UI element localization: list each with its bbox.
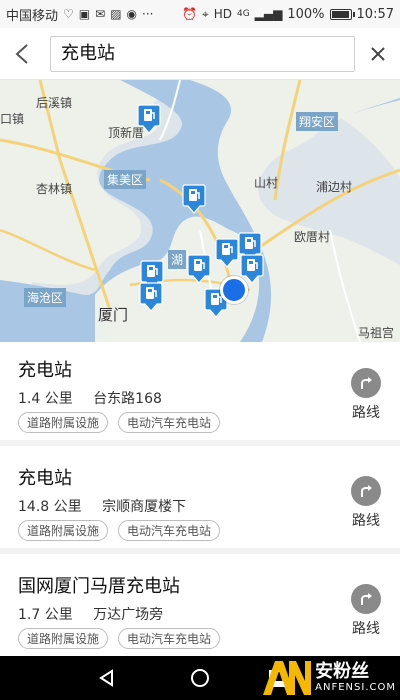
result-name: 充电站 bbox=[18, 360, 72, 381]
result-item[interactable]: 国网厦门马厝充电站 1.7 公里 万达广场旁 道路附属设施 电动汽车充电站 路线 bbox=[0, 558, 400, 656]
circle-home-icon bbox=[191, 669, 209, 687]
route-label: 路线 bbox=[352, 621, 380, 637]
result-address: 万达广场旁 bbox=[93, 607, 164, 623]
search-input[interactable]: 充电站 bbox=[50, 36, 355, 72]
result-tag: 道路附属设施 bbox=[18, 628, 109, 649]
charging-station-pin-icon[interactable] bbox=[139, 282, 163, 312]
mail-icon: ✉ bbox=[95, 7, 106, 21]
result-tag: 电动汽车充电站 bbox=[118, 520, 221, 541]
heartbeat-icon: ♡ bbox=[63, 7, 74, 21]
result-item[interactable]: 充电站 14.8 公里 宗顺商厦楼下 道路附属设施 电动汽车充电站 路线 bbox=[0, 450, 400, 554]
result-address: 台东路168 bbox=[93, 391, 162, 407]
map-label-xinglin: 杏林镇 bbox=[36, 182, 73, 196]
route-button[interactable]: 路线 bbox=[348, 368, 384, 422]
result-tag: 电动汽车充电站 bbox=[118, 412, 221, 433]
location-icon: ⌖ bbox=[201, 7, 209, 21]
route-icon bbox=[351, 584, 381, 614]
result-tag: 道路附属设施 bbox=[18, 520, 109, 541]
close-button[interactable] bbox=[362, 38, 394, 70]
map-label-ouchuo: 欧厝村 bbox=[294, 230, 331, 244]
result-tag: 道路附属设施 bbox=[18, 412, 109, 433]
watermark-en: ANFENSI.COM bbox=[315, 682, 396, 693]
system-nav-bar: 安粉丝 ANFENSI.COM bbox=[0, 656, 400, 700]
result-meta: 1.4 公里 台东路168 bbox=[18, 388, 162, 408]
result-distance: 1.4 公里 bbox=[18, 391, 73, 407]
route-label: 路线 bbox=[352, 513, 380, 529]
map-label-houxi: 后溪镇 bbox=[36, 96, 73, 110]
watermark-cn: 安粉丝 bbox=[315, 661, 370, 682]
charging-station-pin-icon[interactable] bbox=[187, 254, 211, 284]
map-view[interactable]: 后溪镇 顶新厝 口镇 翔安区 杏林镇 集美区 山村 浦边村 欧厝村 湖 海沧区 … bbox=[0, 80, 400, 342]
signal-icon: ▂▄▆ bbox=[254, 7, 283, 21]
map-label-xiamen: 厦门 bbox=[98, 306, 129, 324]
map-label-hu: 湖 bbox=[168, 250, 187, 269]
route-button[interactable]: 路线 bbox=[348, 476, 384, 530]
result-distance: 14.8 公里 bbox=[18, 499, 82, 515]
map-label-mazu: 马祖宫 bbox=[358, 326, 395, 340]
results-list: 充电站 1.4 公里 台东路168 道路附属设施 电动汽车充电站 路线 充电站 … bbox=[0, 342, 400, 656]
anfensi-logo-icon bbox=[263, 661, 312, 695]
route-icon bbox=[351, 368, 381, 398]
map-label-xiangan: 翔安区 bbox=[296, 112, 339, 131]
watermark: 安粉丝 ANFENSI.COM bbox=[259, 658, 396, 698]
location-app-icon: ◉ bbox=[126, 7, 138, 21]
close-icon bbox=[371, 47, 385, 61]
result-name: 充电站 bbox=[18, 468, 72, 489]
current-location-marker bbox=[220, 276, 248, 304]
charging-station-pin-icon[interactable] bbox=[137, 104, 161, 134]
map-label-haicang: 海沧区 bbox=[24, 288, 67, 307]
charging-station-pin-icon[interactable] bbox=[215, 238, 239, 268]
map-label-kouzhen: 口镇 bbox=[0, 112, 25, 126]
result-address: 宗顺商厦楼下 bbox=[102, 499, 187, 515]
result-tags: 道路附属设施 电动汽车充电站 bbox=[18, 520, 221, 541]
back-arrow-icon bbox=[15, 44, 28, 64]
result-tag: 电动汽车充电站 bbox=[118, 628, 221, 649]
more-icon: ··· bbox=[142, 7, 154, 21]
triangle-back-icon bbox=[99, 669, 113, 687]
status-bar: 中国移动 ♡ ▣ ✉ ▨ ◉ ··· ⏰ ⌖ HD 4G ▂▄▆ 100% 10… bbox=[0, 0, 400, 28]
charging-station-pin-icon[interactable] bbox=[182, 184, 206, 214]
carrier-label: 中国移动 bbox=[6, 8, 59, 24]
battery-fill bbox=[331, 10, 349, 18]
search-bar: 充电站 bbox=[0, 28, 400, 80]
result-item[interactable]: 充电站 1.4 公里 台东路168 道路附属设施 电动汽车充电站 路线 bbox=[0, 342, 400, 446]
result-distance: 1.7 公里 bbox=[18, 607, 73, 623]
map-label-jimei: 集美区 bbox=[104, 170, 147, 189]
result-meta: 14.8 公里 宗顺商厦楼下 bbox=[18, 496, 186, 516]
map-label-shancun: 山村 bbox=[254, 176, 279, 190]
result-tags: 道路附属设施 电动汽车充电站 bbox=[18, 628, 221, 649]
image-icon: ▨ bbox=[110, 7, 122, 21]
clock: 10:57 bbox=[356, 6, 394, 22]
battery-percent: 100% bbox=[287, 6, 325, 22]
nav-home-button[interactable] bbox=[185, 663, 215, 693]
route-label: 路线 bbox=[352, 405, 380, 421]
nav-back-button[interactable] bbox=[92, 663, 122, 693]
result-meta: 1.7 公里 万达广场旁 bbox=[18, 604, 163, 624]
route-button[interactable]: 路线 bbox=[348, 584, 384, 638]
map-label-pubian: 浦边村 bbox=[316, 180, 353, 194]
route-icon bbox=[351, 476, 381, 506]
alarm-icon: ⏰ bbox=[181, 7, 197, 21]
back-button[interactable] bbox=[6, 38, 38, 70]
result-tags: 道路附属设施 电动汽车充电站 bbox=[18, 412, 221, 433]
hd-icon: HD bbox=[213, 7, 232, 21]
app-notification-icon: ▣ bbox=[78, 7, 91, 21]
network-type-label: 4G bbox=[236, 8, 250, 19]
battery-icon bbox=[329, 8, 355, 20]
result-name: 国网厦门马厝充电站 bbox=[18, 576, 180, 597]
